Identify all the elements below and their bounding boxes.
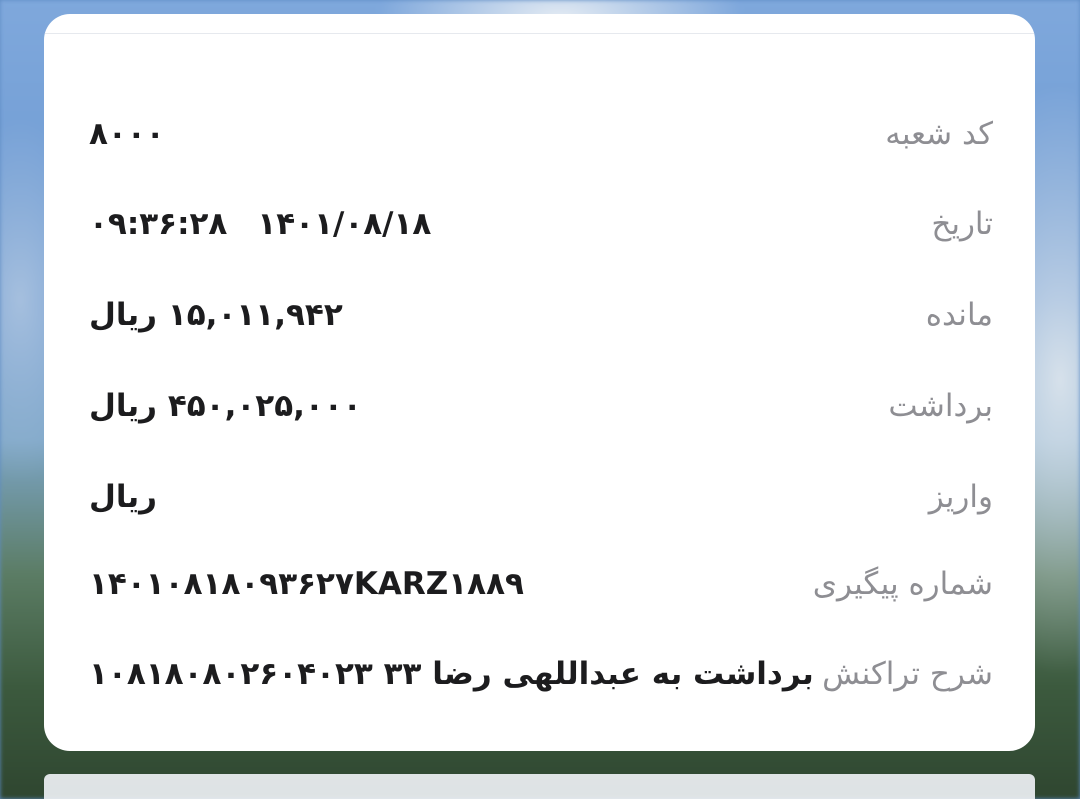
withdrawal-label: برداشت — [888, 388, 993, 424]
time-value: ۰۹:۳۶:۲۸ — [89, 206, 228, 242]
row-transaction-description: شرح تراکنش برداشت به عبداللهی رضا ۳۳ ۱۰۸… — [44, 644, 1035, 704]
balance-label: مانده — [925, 297, 993, 333]
deposit-label: واریز — [928, 479, 993, 515]
card-divider — [44, 33, 1035, 34]
transaction-description-value: برداشت به عبداللهی رضا ۳۳ ۱۰۸۱۸۰۸۰۲۶۰۴۰۲… — [89, 656, 814, 692]
row-balance: مانده ۱۵,۰۱۱,۹۴۲ ریال — [44, 285, 1035, 345]
deposit-value: ریال — [89, 479, 158, 515]
next-card-edge — [44, 774, 1035, 799]
withdrawal-value: ۴۵۰,۰۲۵,۰۰۰ ریال — [89, 388, 362, 424]
row-deposit: واریز ریال — [44, 467, 1035, 527]
branch-code-label: کد شعبه — [885, 116, 993, 152]
date-label: تاریخ — [931, 206, 993, 242]
row-branch-code: کد شعبه ۸۰۰۰ — [44, 104, 1035, 164]
branch-code-value: ۸۰۰۰ — [89, 116, 165, 152]
tracking-number-value[interactable]: ۱۴۰۱۰۸۱۸۰۹۳۶۲۷KARZ۱۸۸۹ — [89, 554, 524, 614]
date-time-value: ۰۹:۳۶:۲۸ ۱۴۰۱/۰۸/۱۸ — [89, 194, 431, 254]
tracking-number-label: شماره پیگیری — [812, 566, 993, 602]
row-date: تاریخ ۰۹:۳۶:۲۸ ۱۴۰۱/۰۸/۱۸ — [44, 194, 1035, 254]
row-withdrawal: برداشت ۴۵۰,۰۲۵,۰۰۰ ریال — [44, 376, 1035, 436]
balance-value: ۱۵,۰۱۱,۹۴۲ ریال — [89, 297, 343, 333]
row-tracking-number: شماره پیگیری ۱۴۰۱۰۸۱۸۰۹۳۶۲۷KARZ۱۸۸۹ — [44, 554, 1035, 614]
transaction-details-card: کد شعبه ۸۰۰۰ تاریخ ۰۹:۳۶:۲۸ ۱۴۰۱/۰۸/۱۸ ما… — [44, 14, 1035, 751]
transaction-description-label: شرح تراکنش — [822, 656, 993, 692]
date-value: ۱۴۰۱/۰۸/۱۸ — [257, 206, 432, 242]
